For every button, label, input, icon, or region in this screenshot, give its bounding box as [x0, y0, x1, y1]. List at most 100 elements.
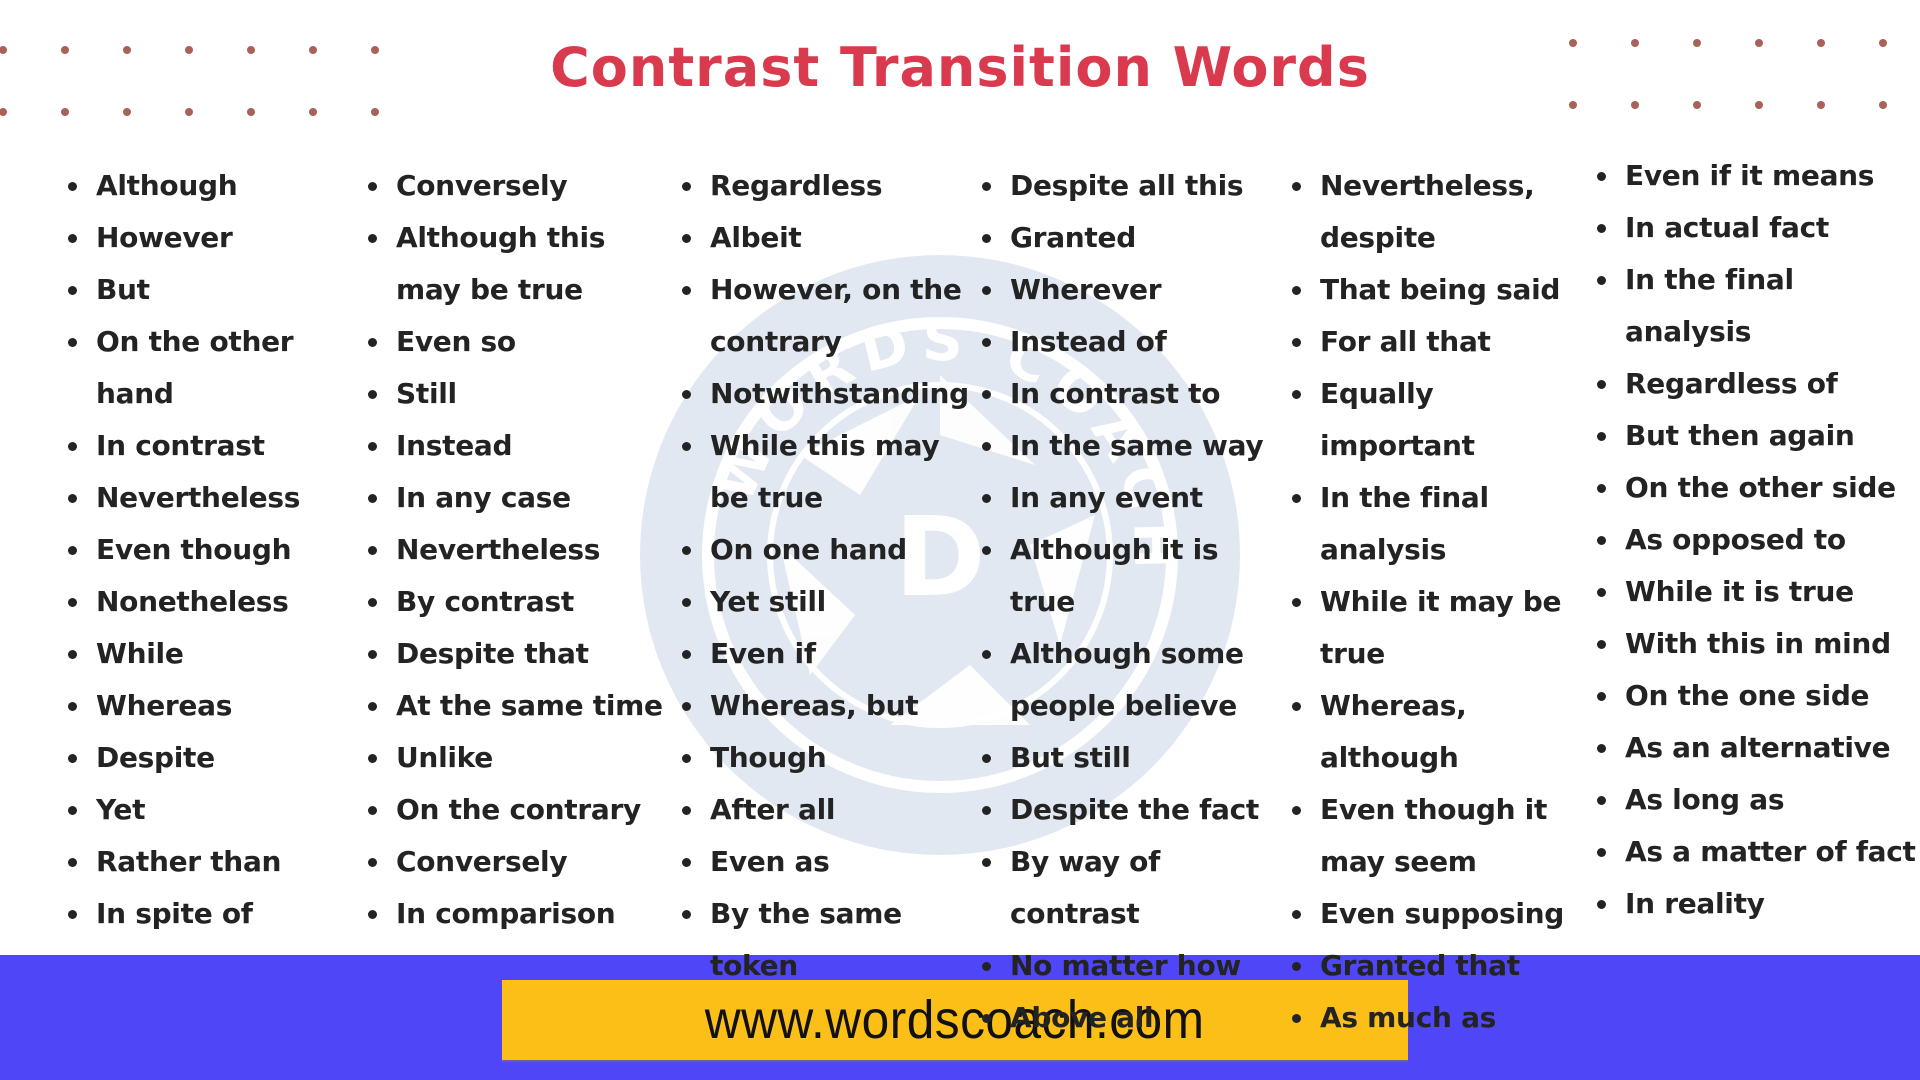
- word-list-item: While it may be true: [1292, 576, 1592, 680]
- word-list-item: In any event: [982, 472, 1282, 524]
- word-list-item: Regardless: [682, 160, 982, 212]
- word-column-6: Even if it means In actual fact In the fin…: [1597, 150, 1917, 930]
- word-list-item: By way of contrast: [982, 836, 1282, 940]
- word-text: On the one side: [1625, 679, 1870, 712]
- dot-icon: [1879, 101, 1887, 109]
- word-text: Notwithstanding: [710, 377, 969, 410]
- word-text: As a matter of fact: [1625, 835, 1916, 868]
- bullet-icon: [1292, 702, 1301, 711]
- word-text: Wherever: [1010, 273, 1162, 306]
- word-text: Granted that: [1320, 949, 1520, 982]
- word-list-item: With this in mind: [1597, 618, 1917, 670]
- word-list-item: Although it is true: [982, 524, 1282, 628]
- word-list-item: Even though it may seem: [1292, 784, 1592, 888]
- word-text: Instead: [396, 429, 513, 462]
- word-text: While: [96, 637, 184, 670]
- word-text: Conversely: [396, 169, 568, 202]
- dot-icon: [185, 108, 193, 116]
- bullet-icon: [682, 754, 691, 763]
- word-list-item: By contrast: [368, 576, 673, 628]
- dot-icon: [309, 108, 317, 116]
- bullet-icon: [682, 234, 691, 243]
- bullet-icon: [682, 598, 691, 607]
- bullet-icon: [368, 390, 377, 399]
- word-list-item: Instead: [368, 420, 673, 472]
- bullet-icon: [682, 650, 691, 659]
- word-text: In contrast to: [1010, 377, 1221, 410]
- word-list-item: On one hand: [682, 524, 982, 576]
- word-list-item: For all that: [1292, 316, 1592, 368]
- word-text: As an alternative: [1625, 731, 1891, 764]
- word-list-item: No matter how: [982, 940, 1282, 992]
- word-text: As opposed to: [1625, 523, 1846, 556]
- word-text: But still: [1010, 741, 1131, 774]
- bullet-icon: [68, 754, 77, 763]
- bullet-icon: [68, 910, 77, 919]
- word-text: But: [96, 273, 150, 306]
- dot-icon: [371, 108, 379, 116]
- word-text: By the same token: [710, 897, 902, 982]
- bullet-icon: [682, 546, 691, 555]
- word-list-item: Whereas, but: [682, 680, 982, 732]
- bullet-icon: [368, 858, 377, 867]
- word-text: Even so: [396, 325, 516, 358]
- word-text: On the other hand: [96, 325, 294, 410]
- word-list-item: Despite all this: [982, 160, 1282, 212]
- word-list-item: That being said: [1292, 264, 1592, 316]
- word-list-item: Yet still: [682, 576, 982, 628]
- dot-icon: [1755, 101, 1763, 109]
- word-text: For all that: [1320, 325, 1491, 358]
- bullet-icon: [1292, 806, 1301, 815]
- bullet-icon: [1597, 484, 1606, 493]
- word-list-item: Conversely: [368, 160, 673, 212]
- bullet-icon: [1597, 224, 1606, 233]
- word-text: On the other side: [1625, 471, 1896, 504]
- word-list-item: In reality: [1597, 878, 1917, 930]
- bullet-icon: [1597, 588, 1606, 597]
- word-text: Nonetheless: [96, 585, 289, 618]
- word-list-item: On the other side: [1597, 462, 1917, 514]
- word-list-item: In the final analysis: [1597, 254, 1917, 358]
- word-text: Although some people believe: [1010, 637, 1244, 722]
- word-list-item: Nevertheless: [68, 472, 358, 524]
- word-list-item: Although: [68, 160, 358, 212]
- word-text: On one hand: [710, 533, 907, 566]
- word-text: Despite that: [396, 637, 589, 670]
- word-text: Even if: [710, 637, 816, 670]
- word-list-item: Even if it means: [1597, 150, 1917, 202]
- word-list-item: In the final analysis: [1292, 472, 1592, 576]
- bullet-icon: [368, 598, 377, 607]
- word-list-item: Unlike: [368, 732, 673, 784]
- word-text: While it may be true: [1320, 585, 1562, 670]
- word-list-item: At the same time: [368, 680, 673, 732]
- bullet-icon: [1292, 598, 1301, 607]
- bullet-icon: [1597, 692, 1606, 701]
- bullet-icon: [982, 858, 991, 867]
- word-text: In the same way: [1010, 429, 1264, 462]
- word-text: At the same time: [396, 689, 663, 722]
- word-text: Unlike: [396, 741, 493, 774]
- bullet-icon: [982, 1014, 991, 1023]
- bullet-icon: [1292, 1014, 1301, 1023]
- word-text: While it is true: [1625, 575, 1854, 608]
- word-text: In the final analysis: [1320, 481, 1489, 566]
- word-text: Despite the fact: [1010, 793, 1259, 826]
- bullet-icon: [1597, 276, 1606, 285]
- word-text: Even if it means: [1625, 159, 1875, 192]
- bullet-icon: [68, 286, 77, 295]
- word-text: Despite: [96, 741, 215, 774]
- word-text: As much as: [1320, 1001, 1497, 1034]
- word-text: Even though it may seem: [1320, 793, 1548, 878]
- bullet-icon: [682, 182, 691, 191]
- bullet-icon: [982, 650, 991, 659]
- word-list-item: In comparison: [368, 888, 673, 940]
- word-column-4: Despite all this Granted Wherever Instead o…: [982, 160, 1282, 1044]
- bullet-icon: [982, 182, 991, 191]
- word-list-item: Whereas, although: [1292, 680, 1592, 784]
- word-text: No matter how: [1010, 949, 1241, 982]
- bullet-icon: [1292, 390, 1301, 399]
- word-text: In comparison: [396, 897, 616, 930]
- word-text: Even as: [710, 845, 830, 878]
- word-list-item: Conversely: [368, 836, 673, 888]
- word-text: Regardless of: [1625, 367, 1838, 400]
